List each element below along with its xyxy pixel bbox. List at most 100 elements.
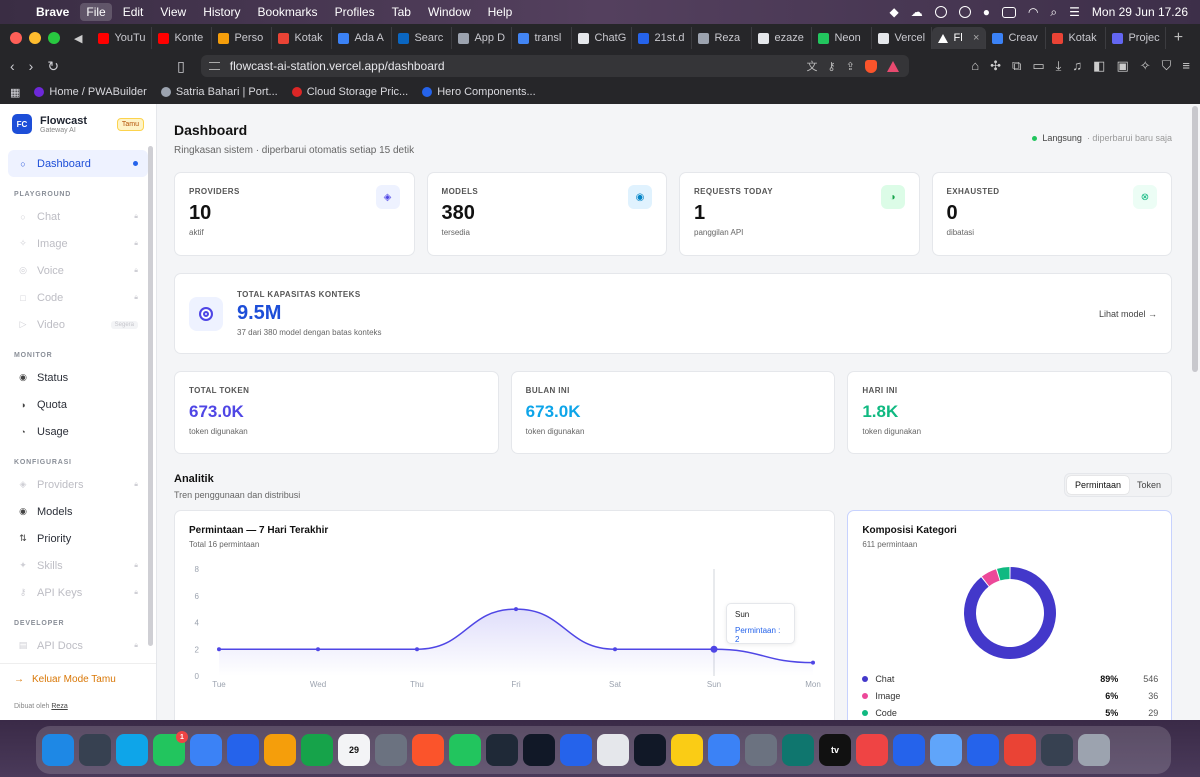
- sidebar-item-usage[interactable]: ◔ Usage: [8, 418, 148, 445]
- dock-launchpad-icon[interactable]: [79, 734, 111, 766]
- sidebar-item-status[interactable]: ◉ Status: [8, 364, 148, 391]
- dock-app-store-icon[interactable]: [227, 734, 259, 766]
- bookmark-item[interactable]: Satria Bahari | Port...: [160, 86, 278, 98]
- menu-window[interactable]: Window: [428, 5, 471, 19]
- dock-finder-icon[interactable]: [42, 734, 74, 766]
- sidebar-scrollbar[interactable]: [148, 146, 153, 646]
- browser-tab[interactable]: transl: [512, 27, 573, 49]
- dock-mail-icon[interactable]: [190, 734, 222, 766]
- new-tab-button[interactable]: +: [1166, 27, 1190, 49]
- sidebar-item-dashboard[interactable]: ○ Dashboard: [8, 150, 148, 177]
- key-icon[interactable]: ⚷: [828, 60, 836, 73]
- author-link[interactable]: Reza: [51, 703, 67, 710]
- browser-tab[interactable]: Vercel: [872, 27, 933, 49]
- back-icon[interactable]: ‹: [10, 58, 15, 74]
- home-icon[interactable]: ⌂: [971, 58, 979, 74]
- menu-bookmarks[interactable]: Bookmarks: [258, 5, 318, 19]
- browser-tab[interactable]: Creav: [986, 27, 1047, 49]
- menu-help[interactable]: Help: [488, 5, 513, 19]
- bookmark-item[interactable]: Home / PWABuilder: [34, 86, 147, 98]
- browser-tab[interactable]: Perso: [212, 27, 273, 49]
- dock-calendar-icon[interactable]: 29: [338, 734, 370, 766]
- sidebar-item-api-keys[interactable]: ⚷ API Keys 🔒︎: [8, 579, 148, 606]
- dock-chrome-icon[interactable]: [1004, 734, 1036, 766]
- bookmark-item[interactable]: Hero Components...: [422, 86, 536, 98]
- dock-safari-icon[interactable]: [116, 734, 148, 766]
- browser-tab[interactable]: Ada A: [332, 27, 393, 49]
- close-window-button[interactable]: [10, 32, 22, 44]
- menu-file[interactable]: File: [80, 3, 112, 21]
- browser-tab[interactable]: Searc: [392, 27, 453, 49]
- browser-tab[interactable]: Kotak: [1046, 27, 1107, 49]
- tab-flowcast-active[interactable]: Fl ×: [932, 27, 987, 49]
- sidebar-item-chat[interactable]: ○ Chat 🔒︎: [8, 203, 148, 230]
- tailscale-icon[interactable]: ◆: [889, 5, 898, 19]
- brave-shields-icon[interactable]: [864, 59, 877, 73]
- search-icon[interactable]: ⌕: [1050, 5, 1057, 20]
- sidebar-item-priority[interactable]: ⇅ Priority: [8, 525, 148, 552]
- person-icon[interactable]: ●: [983, 5, 990, 19]
- dock-terminal-icon[interactable]: [634, 734, 666, 766]
- dock-preview-icon[interactable]: [930, 734, 962, 766]
- donut-slice-chat[interactable]: [964, 567, 1057, 659]
- dock-music-icon[interactable]: [856, 734, 888, 766]
- sidebar-item-image[interactable]: ✧ Image 🔒︎: [8, 230, 148, 257]
- browser-tab[interactable]: App D: [452, 27, 513, 49]
- brave-rewards-icon[interactable]: [886, 60, 899, 72]
- toggle-requests[interactable]: Permintaan: [1066, 476, 1129, 494]
- dock-tv-icon[interactable]: tv: [819, 734, 851, 766]
- wallet-icon[interactable]: ▣: [1116, 58, 1128, 74]
- reload-icon[interactable]: ↻: [47, 58, 59, 75]
- music-icon[interactable]: ♫: [1072, 58, 1082, 74]
- wifi-icon[interactable]: ◠: [1028, 5, 1038, 19]
- dock-settings-icon[interactable]: [745, 734, 777, 766]
- browser-tab[interactable]: Konte: [152, 27, 213, 49]
- cloud-icon[interactable]: ☁: [911, 5, 923, 19]
- translate-icon[interactable]: 文: [807, 58, 818, 74]
- sidebar-item-providers[interactable]: ◈ Providers 🔒︎: [8, 471, 148, 498]
- dock-messages-icon[interactable]: 1: [153, 731, 188, 766]
- sound-icon[interactable]: ◀: [74, 32, 82, 45]
- battery-icon[interactable]: [1001, 6, 1016, 18]
- dock-photos-icon[interactable]: [264, 734, 296, 766]
- browser-tab[interactable]: Neon: [812, 27, 873, 49]
- menu-history[interactable]: History: [203, 5, 240, 19]
- dock-activity-icon[interactable]: [782, 734, 814, 766]
- bookmark-icon[interactable]: ▯: [177, 58, 185, 75]
- menu-tab[interactable]: Tab: [392, 5, 411, 19]
- screenshot-icon[interactable]: ⧉: [1012, 58, 1021, 74]
- menu-view[interactable]: View: [160, 5, 186, 19]
- apps-grid-icon[interactable]: ▦: [10, 86, 20, 99]
- play-icon[interactable]: [934, 6, 947, 18]
- page-scrollbar[interactable]: [1192, 106, 1198, 372]
- dock-cursor-icon[interactable]: [523, 734, 555, 766]
- extensions-icon[interactable]: ✣: [990, 58, 1001, 74]
- dock-notes-icon[interactable]: [671, 734, 703, 766]
- dock-reminders-icon[interactable]: [486, 734, 518, 766]
- leo-icon[interactable]: ✧: [1140, 58, 1151, 74]
- minimize-window-button[interactable]: [29, 32, 41, 44]
- view-models-link[interactable]: Lihat model →: [1099, 309, 1157, 319]
- dock-downloads-icon[interactable]: [1041, 734, 1073, 766]
- url-text[interactable]: flowcast-ai-station.vercel.app/dashboard: [230, 59, 445, 73]
- site-settings-icon[interactable]: [208, 62, 220, 70]
- browser-tab[interactable]: Kotak: [272, 27, 333, 49]
- sidebar-item-voice[interactable]: ◎ Voice 🔒︎: [8, 257, 148, 284]
- browser-tab[interactable]: ChatG: [572, 27, 633, 49]
- sidebar-item-code[interactable]: □ Code 🔒︎: [8, 284, 148, 311]
- sidebar-item-quota[interactable]: ◑ Quota: [8, 391, 148, 418]
- menu-app-name[interactable]: Brave: [36, 5, 69, 19]
- zoom-window-button[interactable]: [48, 32, 60, 44]
- exit-guest-button[interactable]: → Keluar Mode Tamu: [14, 674, 142, 685]
- download-icon[interactable]: ⤓: [1056, 58, 1062, 74]
- user-icon[interactable]: [958, 6, 971, 18]
- browser-tab[interactable]: Reza: [692, 27, 753, 49]
- category-donut-chart[interactable]: [960, 563, 1060, 663]
- dock-vscode-icon[interactable]: [560, 734, 592, 766]
- menu-edit[interactable]: Edit: [123, 5, 144, 19]
- forward-icon[interactable]: ›: [29, 58, 34, 74]
- browser-tab[interactable]: 21st.d: [632, 27, 693, 49]
- dock-brave-icon[interactable]: [412, 734, 444, 766]
- dock-arc-icon[interactable]: [597, 734, 629, 766]
- menu-profiles[interactable]: Profiles: [335, 5, 375, 19]
